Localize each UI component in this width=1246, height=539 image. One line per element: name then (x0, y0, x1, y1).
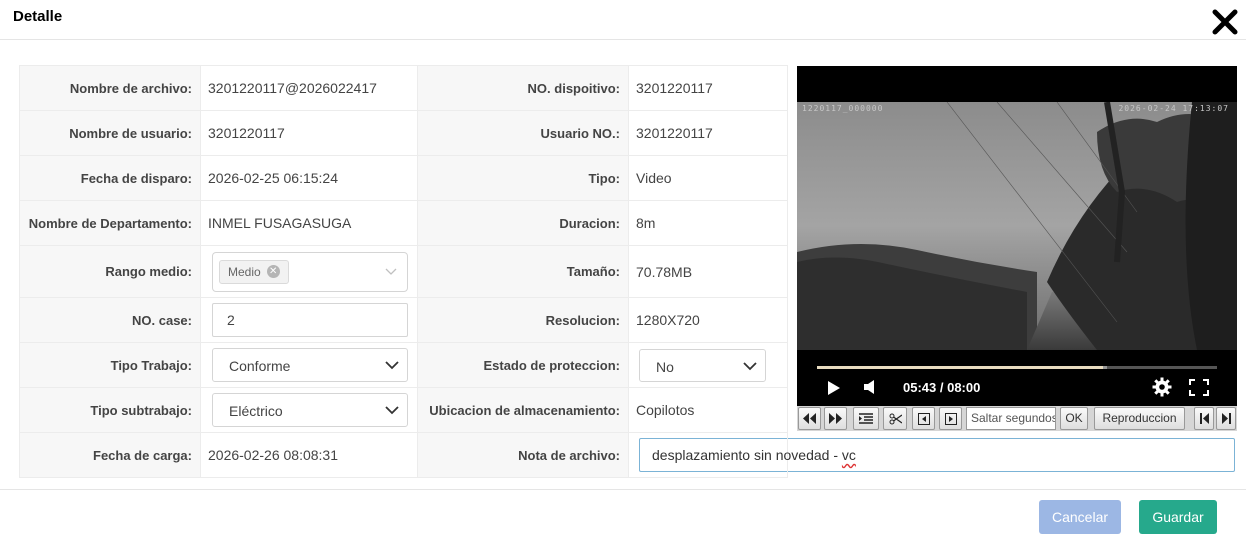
progress-bar[interactable] (817, 366, 1217, 369)
tipo-subtrabajo-select[interactable]: Eléctrico (212, 393, 408, 427)
nota-archivo-input[interactable]: desplazamiento sin novedad - vc (639, 438, 1235, 472)
label-nota-archivo: Nota de archivo: (417, 432, 629, 478)
chevron-down-icon (385, 406, 399, 415)
nota-text: desplazamiento sin novedad - (652, 447, 842, 463)
label-nombre-usuario: Nombre de usuario: (19, 110, 201, 156)
label-tipo: Tipo: (417, 155, 629, 201)
value-duracion: 8m (628, 200, 788, 246)
estado-proteccion-value: No (656, 358, 674, 375)
table-row: Tipo subtrabajo: Eléctrico Ubicacion de … (19, 387, 788, 433)
value-fecha-carga: 2026-02-26 08:08:31 (200, 432, 418, 478)
scissors-icon[interactable] (883, 407, 907, 430)
label-tipo-subtrabajo: Tipo subtrabajo: (19, 387, 201, 433)
volume-icon[interactable] (863, 379, 877, 395)
label-fecha-carga: Fecha de carga: (19, 432, 201, 478)
no-case-cell: 2 (200, 297, 418, 343)
progress-buffer (1103, 366, 1107, 369)
frame-back-icon[interactable] (912, 407, 935, 430)
label-duracion: Duracion: (417, 200, 629, 246)
tipo-subtrabajo-cell: Eléctrico (200, 387, 418, 433)
value-no-dispositivo: 3201220117 (628, 65, 788, 111)
value-usuario-no: 3201220117 (628, 110, 788, 156)
value-nombre-archivo: 3201220117@2026022417 (200, 65, 418, 111)
save-button[interactable]: Guardar (1139, 500, 1217, 534)
table-row: Tipo Trabajo: Conforme Estado de protecc… (19, 342, 788, 388)
osd-device-id: 1220117_000000 (802, 104, 884, 113)
table-row: Fecha de carga: 2026-02-26 08:08:31 Nota… (19, 432, 1235, 478)
fullscreen-icon[interactable] (1189, 379, 1209, 396)
skip-end-icon[interactable] (1216, 407, 1236, 430)
table-row: Rango medio: Medio ✕ Tamaño: 70.78MB (19, 245, 788, 298)
video-frame[interactable] (797, 102, 1237, 350)
label-resolucion: Resolucion: (417, 297, 629, 343)
rewind-icon[interactable] (798, 407, 821, 430)
gear-icon[interactable] (1152, 377, 1172, 397)
player-control-bar: Saltar segundos OK Reproduccion (797, 406, 1237, 431)
progress-fill (817, 366, 1103, 369)
value-ubicacion: Copilotos (628, 387, 788, 433)
modal-title: Detalle (13, 8, 63, 25)
table-row: Nombre de archivo: 3201220117@2026022417… (19, 65, 788, 111)
label-nombre-archivo: Nombre de archivo: (19, 65, 201, 111)
rango-medio-cell: Medio ✕ (200, 245, 418, 298)
chevron-down-icon (385, 268, 397, 275)
modal-header: Detalle (0, 0, 1246, 40)
value-resolucion: 1280X720 (628, 297, 788, 343)
label-tamano: Tamaño: (417, 245, 629, 298)
label-tipo-trabajo: Tipo Trabajo: (19, 342, 201, 388)
tipo-subtrabajo-value: Eléctrico (229, 403, 283, 419)
skip-start-icon[interactable] (1194, 407, 1214, 430)
label-usuario-no: Usuario NO.: (417, 110, 629, 156)
seek-seconds-input[interactable]: Saltar segundos (966, 407, 1056, 430)
close-icon[interactable] (1212, 9, 1238, 35)
value-nombre-departamento: INMEL FUSAGASUGA (200, 200, 418, 246)
value-tipo: Video (628, 155, 788, 201)
chevron-down-icon (743, 361, 757, 370)
osd-timestamp: 2026-02-24 17:13:07 (1118, 104, 1229, 113)
tipo-trabajo-value: Conforme (229, 358, 291, 374)
play-icon[interactable] (827, 380, 841, 396)
cancel-button[interactable]: Cancelar (1039, 500, 1121, 534)
estado-proteccion-select[interactable]: No (639, 348, 766, 382)
tag-remove-icon[interactable]: ✕ (266, 264, 280, 278)
table-row: Fecha de disparo: 2026-02-25 06:15:24 Ti… (19, 155, 788, 201)
rango-medio-tag: Medio ✕ (219, 259, 289, 284)
reproduccion-button[interactable]: Reproduccion (1094, 407, 1185, 430)
estado-proteccion-cell: No (628, 342, 788, 388)
no-case-input[interactable]: 2 (212, 303, 408, 337)
footer-divider (0, 489, 1246, 490)
table-row: NO. case: 2 Resolucion: 1280X720 (19, 297, 788, 343)
value-fecha-disparo: 2026-02-25 06:15:24 (200, 155, 418, 201)
tag-label: Medio (228, 264, 261, 279)
list-indent-icon[interactable] (853, 407, 879, 430)
ok-button[interactable]: OK (1060, 407, 1088, 430)
label-nombre-departamento: Nombre de Departamento: (19, 200, 201, 246)
chevron-down-icon (385, 361, 399, 370)
tipo-trabajo-cell: Conforme (200, 342, 418, 388)
value-nombre-usuario: 3201220117 (200, 110, 418, 156)
frame-forward-icon[interactable] (939, 407, 962, 430)
label-ubicacion: Ubicacion de almacenamiento: (417, 387, 629, 433)
video-player[interactable]: 1220117_000000 2026-02-24 17:13:07 05:43… (797, 66, 1237, 406)
label-no-case: NO. case: (19, 297, 201, 343)
label-estado-proteccion: Estado de proteccion: (417, 342, 629, 388)
tipo-trabajo-select[interactable]: Conforme (212, 348, 408, 382)
table-row: Nombre de Departamento: INMEL FUSAGASUGA… (19, 200, 788, 246)
fast-forward-icon[interactable] (824, 407, 847, 430)
label-no-dispositivo: NO. dispoitivo: (417, 65, 629, 111)
value-tamano: 70.78MB (628, 245, 788, 298)
rango-medio-select[interactable]: Medio ✕ (212, 251, 408, 292)
table-row: Nombre de usuario: 3201220117 Usuario NO… (19, 110, 788, 156)
label-fecha-disparo: Fecha de disparo: (19, 155, 201, 201)
detail-form: Nombre de archivo: 3201220117@2026022417… (19, 65, 1235, 478)
nota-archivo-cell: desplazamiento sin novedad - vc (628, 432, 1235, 478)
nota-flagged-word: vc (841, 447, 856, 463)
label-rango-medio: Rango medio: (19, 245, 201, 298)
time-display: 05:43 / 08:00 (903, 380, 981, 395)
